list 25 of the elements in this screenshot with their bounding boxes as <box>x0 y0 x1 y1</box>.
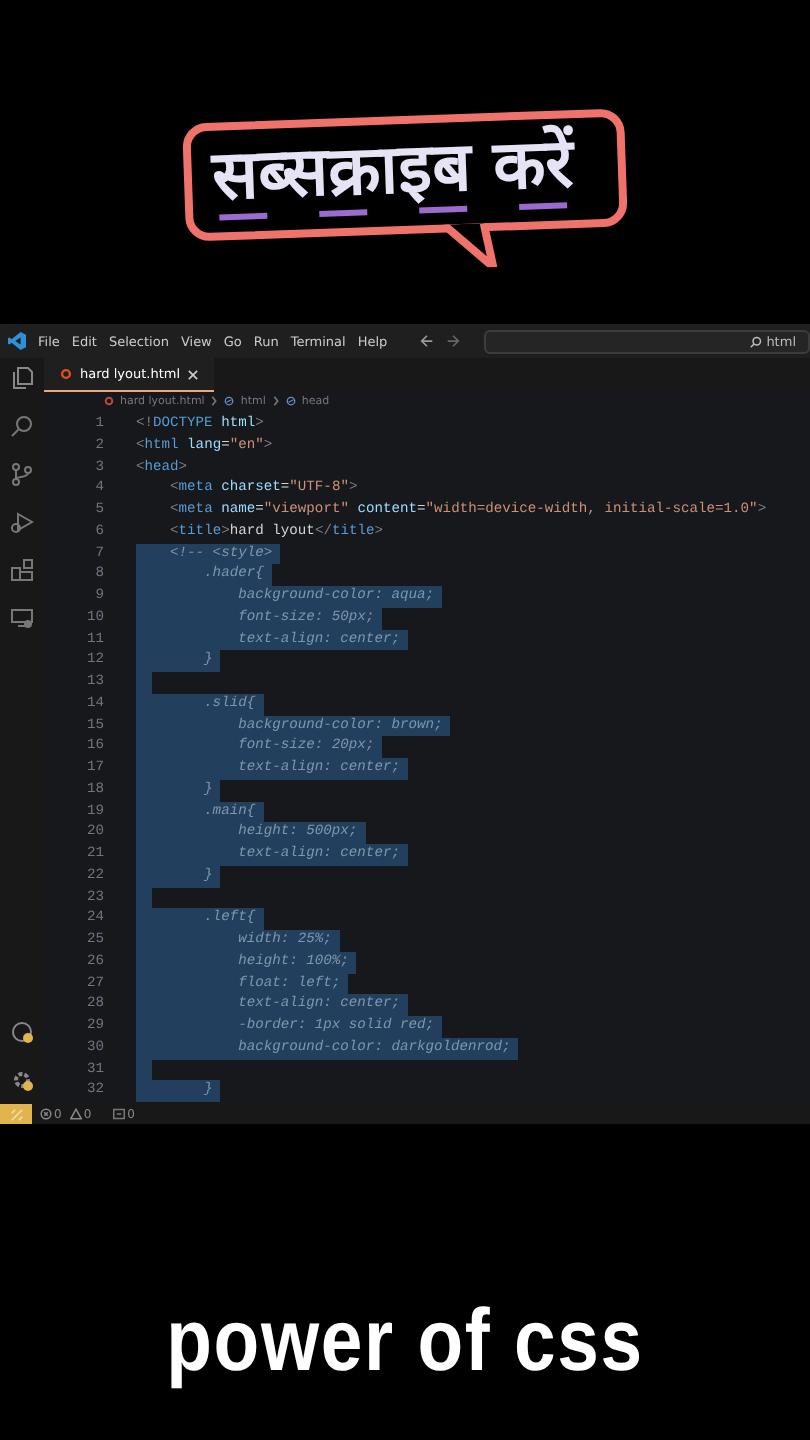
settings-icon[interactable] <box>10 1068 34 1092</box>
html-file-icon <box>104 396 114 406</box>
warning-icon[interactable] <box>69 1108 82 1120</box>
account-icon[interactable] <box>10 1020 34 1044</box>
search-icon[interactable] <box>10 414 34 438</box>
chevron-icon <box>210 396 219 406</box>
files-icon[interactable] <box>10 366 34 390</box>
element-icon <box>285 396 296 406</box>
source-control-icon[interactable] <box>10 462 34 486</box>
video-caption: power of css <box>166 1292 644 1392</box>
remote-explorer-icon[interactable] <box>10 606 34 630</box>
extensions-icon[interactable] <box>10 558 34 582</box>
forward-arrow-icon[interactable] <box>445 334 460 348</box>
ports-icon[interactable] <box>111 1108 126 1120</box>
back-arrow-icon[interactable] <box>419 334 434 348</box>
chevron-icon <box>271 396 280 406</box>
close-icon[interactable] <box>188 369 199 379</box>
run-debug-icon[interactable] <box>10 510 34 534</box>
banner-title: सब्सक्राइब करें <box>210 122 576 219</box>
html-file-icon <box>60 368 72 380</box>
search-icon <box>750 335 763 347</box>
vscode-logo-icon[interactable] <box>8 332 26 350</box>
remote-icon <box>9 1107 23 1121</box>
element-icon <box>224 396 235 406</box>
error-icon[interactable] <box>40 1108 52 1120</box>
